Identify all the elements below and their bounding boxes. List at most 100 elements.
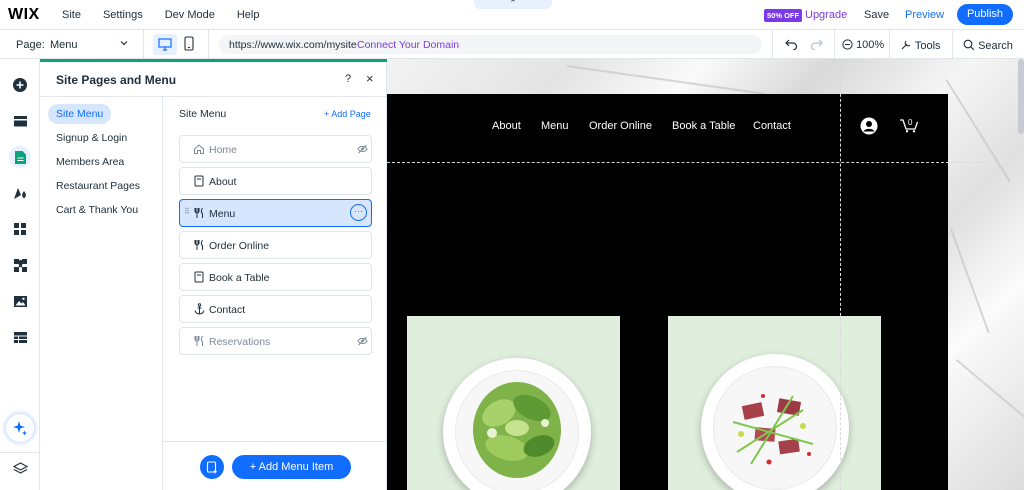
business-apps-icon[interactable]: [9, 254, 31, 276]
page-item-menu[interactable]: ⠿ Menu ···: [179, 199, 372, 227]
site-preview[interactable]: About Menu Order Online Book a Table Con…: [387, 94, 948, 490]
marble-texture: [950, 229, 990, 334]
divider: [208, 30, 209, 59]
category-members-area[interactable]: Members Area: [56, 156, 124, 168]
hidden-eye-icon[interactable]: [357, 144, 368, 157]
site-nav-menu[interactable]: Menu: [541, 120, 569, 132]
category-restaurant-pages[interactable]: Restaurant Pages: [56, 180, 140, 192]
drag-handle-icon[interactable]: ⠿: [184, 207, 190, 216]
zoom-out-icon: [842, 39, 853, 50]
home-icon: [193, 143, 205, 155]
canvas-scrollbar[interactable]: [1018, 59, 1024, 134]
page-item-book-a-table[interactable]: Book a Table: [179, 263, 372, 291]
mobile-icon: [184, 36, 194, 51]
cart-count: 0: [908, 118, 913, 127]
site-url-bar[interactable]: https://www.wix.com/mysite Connect Your …: [219, 35, 762, 54]
menu-dev-mode[interactable]: Dev Mode: [165, 9, 215, 21]
publish-button[interactable]: Publish: [957, 4, 1013, 25]
save-button[interactable]: Save: [864, 9, 889, 21]
media-icon[interactable]: [9, 290, 31, 312]
salad-greens: [473, 382, 561, 478]
layers-icon[interactable]: [9, 458, 31, 480]
salad-image-card[interactable]: [407, 316, 620, 490]
site-menu-heading: Site Menu: [179, 108, 227, 120]
chevron-down-icon[interactable]: [119, 38, 129, 51]
search-label: Search: [978, 40, 1013, 52]
wix-logo[interactable]: WIX: [8, 6, 40, 24]
ai-assistant-button[interactable]: [6, 414, 34, 442]
add-page-icon-button[interactable]: [200, 455, 224, 479]
panel-title: Site Pages and Menu: [56, 73, 177, 87]
menu-settings[interactable]: Settings: [103, 9, 143, 21]
page-item-home[interactable]: Home: [179, 135, 372, 163]
undo-icon[interactable]: [785, 38, 798, 53]
divider: [952, 30, 953, 59]
zoom-control[interactable]: 100%: [842, 39, 884, 51]
more-actions-icon[interactable]: ···: [350, 204, 367, 221]
page-item-reservations[interactable]: Reservations: [179, 327, 372, 355]
page-item-label: Contact: [209, 304, 246, 316]
page-selector[interactable]: Menu: [50, 39, 78, 51]
top-bar: WIX Site Settings Dev Mode Help ⌃ 50% OF…: [0, 0, 1024, 30]
editor-toolbar: Page: Menu https://www.wix.com/mysite Co…: [0, 30, 1024, 59]
page-item-about[interactable]: About: [179, 167, 372, 195]
divider: [834, 30, 835, 59]
add-menu-item-button[interactable]: + Add Menu Item: [232, 455, 351, 479]
menu-help[interactable]: Help: [237, 9, 260, 21]
redo-icon[interactable]: [810, 38, 823, 53]
column-guide-line: [840, 59, 841, 490]
sections-icon[interactable]: [9, 110, 31, 132]
close-icon[interactable]: ×: [366, 71, 374, 86]
divider: [143, 30, 144, 59]
zoom-level: 100%: [856, 39, 885, 51]
plate-image: [701, 354, 849, 490]
site-url: https://www.wix.com/mysite: [229, 39, 357, 51]
category-cart-thank-you[interactable]: Cart & Thank You: [56, 204, 138, 216]
site-nav-about[interactable]: About: [492, 120, 521, 132]
help-icon[interactable]: ?: [345, 73, 351, 85]
category-signup-login[interactable]: Signup & Login: [56, 132, 127, 144]
site-nav-order-online[interactable]: Order Online: [589, 120, 652, 132]
page-item-label: Order Online: [209, 240, 270, 252]
menu-site[interactable]: Site: [62, 9, 81, 21]
search-button[interactable]: Search: [963, 39, 1013, 52]
site-nav-contact[interactable]: Contact: [753, 120, 791, 132]
anchor-icon: [193, 303, 205, 315]
page-icon: [193, 271, 205, 283]
connect-domain-link[interactable]: Connect Your Domain: [357, 39, 459, 51]
pages-icon[interactable]: [9, 146, 31, 168]
tools-icon: [901, 40, 911, 50]
editor-canvas[interactable]: About Menu Order Online Book a Table Con…: [387, 59, 1024, 490]
page-item-label: Menu: [209, 208, 236, 220]
page-item-order-online[interactable]: Order Online: [179, 231, 372, 259]
left-toolbar: [0, 59, 40, 490]
divider: [163, 441, 387, 442]
cms-icon[interactable]: [9, 326, 31, 348]
design-icon[interactable]: [9, 182, 31, 204]
account-icon[interactable]: [860, 117, 878, 138]
upgrade-link[interactable]: Upgrade: [805, 9, 847, 21]
page-item-contact[interactable]: Contact: [179, 295, 372, 323]
add-page-link[interactable]: + Add Page: [324, 109, 371, 119]
fork-knife-icon: [193, 207, 205, 219]
category-site-menu[interactable]: Site Menu: [48, 104, 112, 124]
fork-knife-icon: [193, 239, 205, 251]
menu-categories: Site Menu Signup & Login Members Area Re…: [40, 97, 163, 490]
desktop-view-button[interactable]: [153, 34, 177, 55]
site-nav-book-a-table[interactable]: Book a Table: [672, 120, 735, 132]
mobile-view-button[interactable]: [184, 36, 194, 54]
collapse-topbar-tab[interactable]: ⌃: [474, 0, 552, 9]
page-item-label: About: [209, 176, 237, 188]
hidden-eye-icon[interactable]: [357, 336, 368, 349]
tuna-image-card[interactable]: [668, 316, 881, 490]
apps-icon[interactable]: [9, 218, 31, 240]
page-item-label: Home: [209, 144, 238, 156]
site-pages-panel: Site Pages and Menu ? × Site Menu Signup…: [40, 59, 387, 490]
add-elements-icon[interactable]: [9, 74, 31, 96]
preview-button[interactable]: Preview: [905, 9, 944, 21]
tools-button[interactable]: Tools: [900, 39, 941, 52]
header-guide-line: [387, 162, 989, 163]
page-selector-label: Page:: [16, 39, 45, 51]
tools-label: Tools: [914, 40, 941, 52]
sparkle-icon: [13, 421, 27, 436]
